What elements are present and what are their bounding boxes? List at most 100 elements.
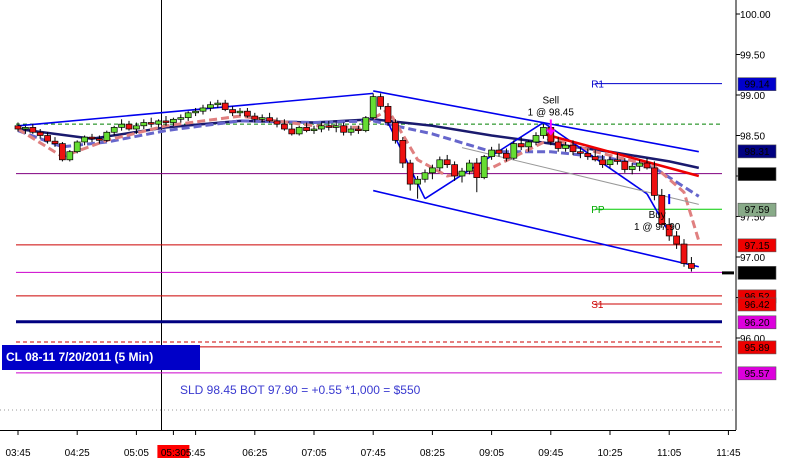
candle-down <box>643 162 651 169</box>
candle-up <box>22 127 29 130</box>
candle-down <box>443 159 451 166</box>
candle-down <box>355 128 362 131</box>
candle-up <box>140 122 148 127</box>
price-tag-label: 97.59 <box>744 205 769 216</box>
candle-up <box>258 117 266 120</box>
y-tick-label: 99.50 <box>740 51 765 62</box>
candle-down <box>273 120 281 125</box>
candle-up <box>170 118 177 123</box>
x-tick-label: 5:45 <box>186 448 206 459</box>
candle-down <box>392 122 399 141</box>
price-tag-label: 99.14 <box>744 80 769 91</box>
price-tag-label: 96.20 <box>744 318 769 329</box>
candle-down <box>229 109 236 114</box>
symbol-label: CL 08-11 7/20/2011 (5 Min) <box>2 345 200 370</box>
chart-window: R1 PP S1 Sell 1 @ 98.45 Buy 1 @ 97.90 100.00 9… <box>0 0 796 464</box>
x-axis: 03:45 04:25 05:05 05:30 5:45 06:25 07:05 07:45 0… <box>0 430 741 459</box>
candle-up <box>525 141 532 148</box>
candle-down <box>221 102 229 110</box>
x-tick-label: 11:45 <box>716 448 741 459</box>
candle-up <box>466 162 473 172</box>
candle-down <box>59 143 66 161</box>
candle-down <box>44 135 51 142</box>
candle-down <box>325 125 333 128</box>
candle-down <box>577 151 584 154</box>
candle-down <box>14 125 22 130</box>
x-tick-label: 07:05 <box>301 448 326 459</box>
price-tag-label: 98.03 <box>744 170 769 181</box>
last-price-marker <box>722 271 734 275</box>
sell-label: Sell <box>542 96 559 107</box>
candle-down <box>29 127 37 133</box>
buy-label: Buy <box>649 210 666 221</box>
x-tick-label: 11:05 <box>657 448 682 459</box>
candle-up <box>184 112 192 119</box>
candle-up <box>73 141 81 153</box>
candle-up <box>436 159 444 169</box>
candle-down <box>377 96 384 107</box>
pivot-label-r1: R1 <box>591 80 604 91</box>
candle-up <box>562 144 569 149</box>
candle-up <box>510 143 518 159</box>
candle-down <box>495 149 503 154</box>
candle-up <box>155 120 162 125</box>
candle-down <box>266 117 273 122</box>
candle-up <box>369 96 377 119</box>
candle-up <box>540 127 547 136</box>
trade-summary: SLD 98.45 BOT 97.90 = +0.55 *1,000 = $55… <box>180 383 421 397</box>
y-tick-label: 97.00 <box>740 253 765 264</box>
candle-up <box>118 123 125 128</box>
candle-down <box>621 161 629 170</box>
candle-up <box>332 125 340 128</box>
y-tick-label: 100.00 <box>740 10 771 21</box>
x-tick-label: 03:45 <box>5 448 30 459</box>
candle-down <box>517 143 525 148</box>
candle-down <box>673 235 680 245</box>
candle-down <box>503 152 510 159</box>
candle-down <box>147 122 155 125</box>
candle-up <box>199 107 207 112</box>
candle-down <box>51 140 59 144</box>
candle-up <box>214 102 222 106</box>
candle-up <box>458 170 466 177</box>
candle-up <box>362 117 370 131</box>
y-tick-label: 99.00 <box>740 91 765 102</box>
candle-up <box>421 172 429 180</box>
y-axis: 100.0099.5099.0098.5098.0097.5097.0096.5… <box>735 0 777 430</box>
x-tick-label: 06:25 <box>242 448 267 459</box>
candle-down <box>599 159 606 166</box>
candle-down <box>406 162 414 185</box>
candle-up <box>177 117 185 120</box>
candle-down <box>554 141 562 149</box>
candle-up <box>236 110 244 114</box>
candle-up <box>347 128 355 133</box>
candle-up <box>480 156 488 178</box>
price-tag-label: 96.42 <box>744 300 769 311</box>
x-tick-label: 08:25 <box>420 448 445 459</box>
y-tick-label: 98.50 <box>740 132 765 143</box>
price-tag-label: 95.89 <box>744 343 769 354</box>
candle-down <box>614 159 621 162</box>
pivot-label-s1: S1 <box>591 300 604 311</box>
candle-down <box>384 105 392 123</box>
x-tick-label: 09:05 <box>479 448 504 459</box>
candle-down <box>688 263 695 269</box>
candle-down <box>569 144 577 153</box>
candle-up <box>636 162 643 167</box>
candle-down <box>281 123 288 130</box>
candle-up <box>133 125 140 130</box>
candle-down <box>651 167 658 196</box>
candle-up <box>628 165 636 170</box>
candle-down <box>473 162 481 178</box>
candle-up <box>81 136 88 143</box>
candle-up <box>488 149 495 157</box>
candle-up <box>103 131 111 141</box>
candle-up <box>310 128 318 131</box>
candle-down <box>88 136 96 140</box>
x-tick-label: 07:45 <box>361 448 386 459</box>
buy-detail: 1 @ 97.90 <box>634 222 681 233</box>
candle-up <box>192 110 199 114</box>
candle-up <box>66 151 74 161</box>
candle-down <box>591 156 599 161</box>
x-tick-label: 09:45 <box>538 448 563 459</box>
